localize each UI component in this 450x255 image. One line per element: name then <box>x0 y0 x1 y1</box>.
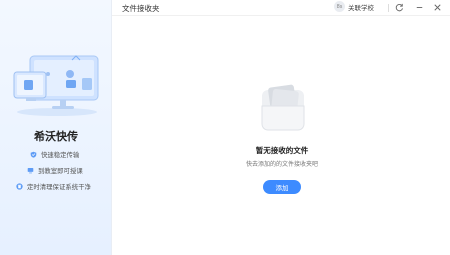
school-switcher[interactable]: 8s 关联学校 <box>334 1 374 12</box>
window-title: 文件接收夹 <box>122 4 160 13</box>
avatar: 8s <box>334 1 345 12</box>
feature-item-classroom: 到教室即可授课 <box>0 162 112 178</box>
brand-name: 希沃快传 <box>34 130 78 143</box>
empty-folder-illustration <box>261 84 305 131</box>
feature-list: 快速稳定传输 到教室即可授课 定时清理保证系统干净 <box>0 146 112 194</box>
feature-item-fast-transfer: 快速稳定传输 <box>0 146 112 162</box>
shield-check-icon <box>30 151 37 158</box>
minimize-icon[interactable] <box>414 2 425 13</box>
feature-label: 定时清理保证系统干净 <box>27 182 91 191</box>
add-button[interactable]: 添加 <box>263 180 301 194</box>
feature-label: 快速稳定传输 <box>41 150 80 159</box>
refresh-icon[interactable] <box>394 2 405 13</box>
monitor-icon <box>27 167 34 173</box>
devices-illustration <box>13 55 99 116</box>
school-name: 关联学校 <box>348 3 374 12</box>
sidebar: 希沃快传 快速稳定传输 到教室即可授课 定时清理保证系统干净 <box>0 0 112 255</box>
close-icon[interactable] <box>432 2 443 13</box>
empty-state-subtitle: 快去添加的的文件接收夹吧 <box>245 161 318 168</box>
feature-label: 到教室即可授课 <box>38 166 83 175</box>
title-bar: 文件接收夹 8s 关联学校 <box>112 0 450 16</box>
trash-clean-icon <box>16 182 23 190</box>
feature-item-clean: 定时清理保证系统干净 <box>0 178 112 194</box>
divider <box>388 4 389 12</box>
main-panel: 文件接收夹 8s 关联学校 暂无接收的文件 快去添加的的文件接收夹吧 添加 <box>112 0 450 255</box>
empty-state-title: 暂无接收的文件 <box>255 146 309 155</box>
